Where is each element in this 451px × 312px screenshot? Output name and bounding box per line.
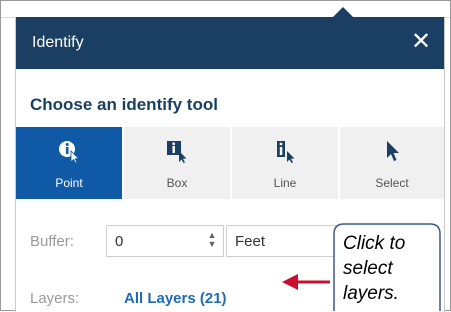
callout-text: Click to select layers.: [343, 233, 406, 304]
tool-box-button[interactable]: Box: [124, 127, 230, 199]
box-identify-icon: [165, 139, 189, 163]
select-cursor-icon: [380, 139, 404, 163]
tool-select-button[interactable]: Select: [340, 127, 444, 199]
top-strip: [1, 1, 450, 18]
tool-box-label: Box: [166, 176, 188, 190]
identify-tool-bar: Point Box Line Select: [16, 127, 444, 199]
panel-title: Identify: [32, 34, 84, 51]
buffer-value: 0: [115, 233, 124, 250]
close-button[interactable]: ✕: [408, 29, 434, 55]
buffer-label: Buffer:: [30, 233, 74, 250]
tool-line-label: Line: [273, 176, 297, 190]
tool-point-button[interactable]: Point: [16, 127, 122, 199]
point-identify-icon: [57, 139, 81, 164]
section-title: Choose an identify tool: [30, 95, 218, 114]
panel-pointer-caret: [333, 7, 353, 17]
layers-label: Layers:: [30, 290, 80, 307]
tool-point-label: Point: [55, 176, 83, 190]
line-identify-icon: [273, 139, 297, 163]
buffer-input[interactable]: 0 ▲ ▼: [106, 225, 224, 257]
tool-line-button[interactable]: Line: [232, 127, 338, 199]
tool-select-label: Select: [375, 176, 409, 190]
panel-header: Identify ✕: [16, 17, 444, 69]
buffer-spinner[interactable]: ▲ ▼: [207, 231, 217, 251]
all-layers-link[interactable]: All Layers (21): [124, 290, 227, 307]
buffer-unit-value: Feet: [235, 233, 266, 250]
